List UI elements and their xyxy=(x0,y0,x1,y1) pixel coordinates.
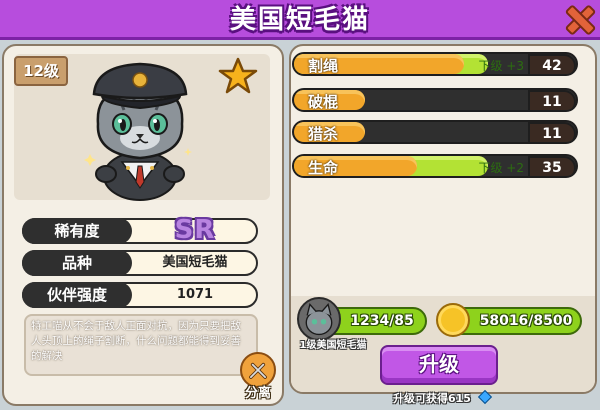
separate-label: 分离 xyxy=(244,386,271,401)
stat-row: 破棍 11 xyxy=(292,88,578,112)
star-icon[interactable] xyxy=(218,56,258,96)
rarity-label: 稀有度 xyxy=(22,218,132,244)
character-description: 特工喵从不会于敌人正面对抗，因为只要把敌人头顶上的绳子割断，什么问题都能得到妥善… xyxy=(24,314,258,376)
stat-bar: 猎杀 11 xyxy=(292,120,578,144)
shard-name: 1级美国短毛猫 xyxy=(299,340,367,351)
stat-value: 11 xyxy=(528,122,576,142)
stat-value: 11 xyxy=(528,90,576,110)
power-value: 1071 xyxy=(176,287,214,302)
stat-label: 破棍 xyxy=(308,93,339,111)
breed-value: 美国短毛猫 xyxy=(162,255,228,270)
rarity-row: 稀有度 SR xyxy=(22,215,258,245)
stat-row: 割绳 下级 +3 42 xyxy=(292,52,578,76)
page-title: 美国短毛猫 xyxy=(229,5,370,35)
stat-label: 猎杀 xyxy=(308,125,339,143)
stat-value: 42 xyxy=(528,54,576,74)
stat-label: 割绳 xyxy=(308,57,339,75)
power-label: 伙伴强度 xyxy=(22,282,132,308)
stat-bar: 生命 下级 +2 35 xyxy=(292,154,578,178)
close-icon[interactable] xyxy=(564,4,592,32)
separate-button[interactable]: 分离 xyxy=(236,352,280,402)
cat-character-image xyxy=(84,62,192,201)
breed-label: 品种 xyxy=(22,250,132,276)
stat-bar: 破棍 11 xyxy=(292,88,578,112)
power-row: 伙伴强度 1071 xyxy=(22,282,258,308)
level-badge: 12级 xyxy=(14,56,68,86)
stat-bar: 割绳 下级 +3 42 xyxy=(292,52,578,76)
stat-bonus: 下级 +2 xyxy=(478,161,524,175)
rarity-value: SR xyxy=(174,215,216,245)
coin-icon xyxy=(436,303,470,337)
stat-row: 猎杀 11 xyxy=(292,120,578,144)
stat-row: 生命 下级 +2 35 xyxy=(292,154,578,178)
stat-value: 35 xyxy=(528,156,576,176)
cat-shard-icon xyxy=(297,297,341,341)
stat-label: 生命 xyxy=(308,159,339,177)
stat-bonus: 下级 +3 xyxy=(478,59,524,73)
upgrade-button[interactable]: 升级 xyxy=(380,345,498,385)
breed-row: 品种 美国短毛猫 xyxy=(22,250,258,276)
